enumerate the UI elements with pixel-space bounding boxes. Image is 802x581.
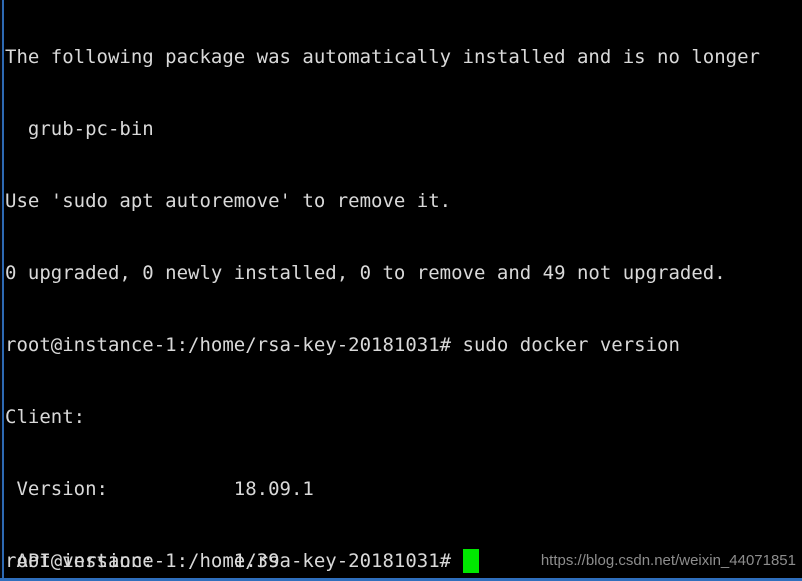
terminal-window[interactable]: The following package was automatically … (0, 0, 802, 581)
terminal-output[interactable]: The following package was automatically … (5, 0, 802, 581)
active-prompt[interactable]: root@instance-1:/home/rsa-key-20181031# (5, 549, 480, 573)
prompt-text: root@instance-1:/home/rsa-key-20181031# (5, 550, 452, 572)
text-cursor[interactable] (463, 549, 480, 573)
window-left-border (2, 0, 4, 581)
terminal-line: Use 'sudo apt autoremove' to remove it. (5, 190, 452, 212)
terminal-line: The following package was automatically … (5, 46, 760, 68)
terminal-line: grub-pc-bin (5, 118, 154, 140)
terminal-prompt-line: root@instance-1:/home/rsa-key-20181031# … (5, 334, 680, 356)
terminal-line: 0 upgraded, 0 newly installed, 0 to remo… (5, 262, 726, 284)
client-section-header: Client: (5, 406, 86, 428)
watermark-url: https://blog.csdn.net/weixin_44071851 (540, 552, 796, 569)
client-field-version: Version: 18.09.1 (5, 478, 314, 500)
